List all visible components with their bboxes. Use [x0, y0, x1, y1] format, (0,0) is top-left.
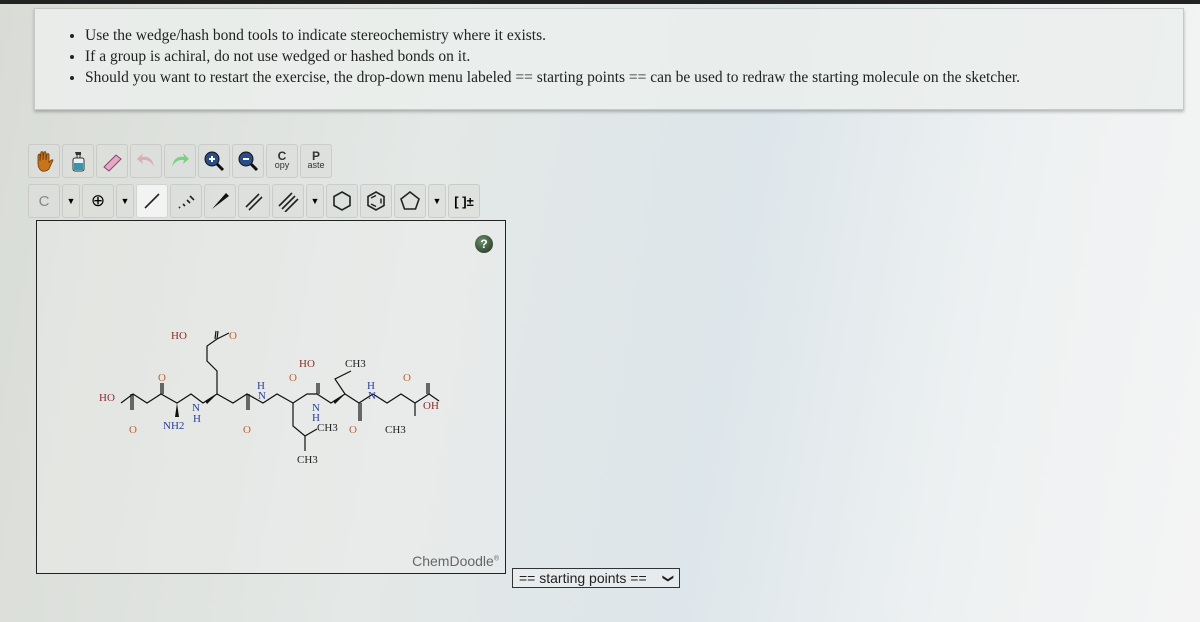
- charge-button[interactable]: ⊕: [82, 184, 114, 218]
- caret-down-icon: ▼: [310, 196, 320, 206]
- atom-label: CH3: [385, 424, 406, 436]
- atom-label: O: [349, 424, 357, 436]
- instruction-item: Should you want to restart the exercise,…: [85, 67, 1183, 88]
- atom-label: HO: [99, 392, 115, 404]
- instruction-item: If a group is achiral, do not use wedged…: [85, 46, 1183, 67]
- double-bond-icon: [245, 193, 263, 211]
- atom-label: HO: [299, 358, 315, 370]
- caret-down-icon: ▼: [120, 196, 130, 206]
- cyclopentane-icon: [400, 190, 420, 210]
- atom-label: HO: [171, 330, 187, 342]
- atom-labels: HO O HO O O NH2 N H O H N O HO CH3 N H C…: [99, 330, 439, 466]
- atom-label: O: [229, 330, 237, 342]
- spray-bottle-icon: [72, 152, 85, 172]
- atom-label: O: [289, 372, 297, 384]
- caret-down-icon: ▼: [432, 196, 442, 206]
- chemdoodle-brand: ChemDoodle®: [412, 553, 499, 569]
- atom-label: OH: [423, 400, 439, 412]
- toolbar-row-2: C ▼ ⊕ ▼ ▼ ▼ [ ]±: [28, 184, 480, 218]
- ring-dropdown-button[interactable]: ▼: [428, 184, 446, 218]
- chevron-down-icon: ❯: [661, 573, 674, 583]
- molecule-drawing: HO O HO O O NH2 N H O H N O HO CH3 N H C…: [99, 330, 440, 466]
- instruction-item: Use the wedge/hash bond tools to indicat…: [85, 25, 1183, 46]
- toolbar-row-1: Copy Paste: [28, 144, 332, 178]
- triple-bond-button[interactable]: [272, 184, 304, 218]
- redo-button[interactable]: [164, 144, 196, 178]
- wedge-bond: [175, 403, 179, 417]
- undo-icon: [137, 153, 154, 167]
- double-bond-button[interactable]: [238, 184, 270, 218]
- starting-points-dropdown[interactable]: == starting points == ❯: [512, 568, 680, 588]
- caret-down-icon: ▼: [66, 196, 76, 206]
- starting-points-value: == starting points ==: [519, 570, 647, 586]
- bracket-charge-button[interactable]: [ ]±: [448, 184, 480, 218]
- atom-label-button[interactable]: C: [28, 184, 60, 218]
- drawing-canvas[interactable]: ? HO O HO O O NH2 N H O H N O HO CH3 N H…: [36, 220, 506, 574]
- cyclohexane-icon: [333, 191, 351, 211]
- charge-plus-icon: ⊕: [90, 191, 106, 210]
- hashed-bond-icon: [178, 195, 195, 209]
- benzene-icon: [367, 191, 385, 211]
- single-bond-button[interactable]: [136, 184, 168, 218]
- charge-dropdown-button[interactable]: ▼: [116, 184, 134, 218]
- atom-label: CH3: [317, 422, 338, 434]
- undo-button[interactable]: [130, 144, 162, 178]
- triple-bond-icon: [278, 192, 299, 212]
- zoom-in-icon: [204, 151, 225, 172]
- clear-button[interactable]: [62, 144, 94, 178]
- pan-button[interactable]: [28, 144, 60, 178]
- instructions-panel: Use the wedge/hash bond tools to indicat…: [34, 8, 1184, 110]
- atom-label: CH3: [297, 454, 318, 466]
- atom-label: O: [129, 424, 137, 436]
- hand-icon: [37, 151, 54, 172]
- paste-icon: Paste: [307, 149, 325, 170]
- atom-carbon-label: C: [38, 192, 50, 210]
- eraser-icon: [103, 154, 122, 172]
- bond-dropdown-button[interactable]: ▼: [306, 184, 324, 218]
- wedge-bond-button[interactable]: [204, 184, 236, 218]
- wedge-bond-icon: [212, 193, 229, 209]
- wedge-bond: [333, 394, 345, 404]
- chemdoodle-sketcher: Copy Paste C ▼ ⊕ ▼ ▼ ▼ []± ? HO O HO O …: [28, 140, 514, 578]
- zoom-in-button[interactable]: [198, 144, 230, 178]
- cyclopentane-button[interactable]: [394, 184, 426, 218]
- benzene-button[interactable]: [360, 184, 392, 218]
- copy-icon: Copy: [274, 149, 290, 170]
- bracket-icon: [ ]±: [454, 193, 474, 209]
- atom-label: O: [403, 372, 411, 384]
- paste-button[interactable]: Paste: [300, 144, 332, 178]
- atom-label: N: [258, 390, 266, 402]
- eraser-button[interactable]: [96, 144, 128, 178]
- redo-icon: [172, 153, 189, 167]
- atom-label: O: [243, 424, 251, 436]
- top-bar: [0, 0, 1200, 4]
- hash-bond-button[interactable]: [170, 184, 202, 218]
- atom-label: O: [158, 372, 166, 384]
- single-bond-icon: [144, 193, 160, 209]
- atom-label: N: [368, 390, 376, 402]
- zoom-out-icon: [238, 151, 259, 172]
- zoom-out-button[interactable]: [232, 144, 264, 178]
- atom-label: CH3: [345, 358, 366, 370]
- atom-dropdown-button[interactable]: ▼: [62, 184, 80, 218]
- copy-button[interactable]: Copy: [266, 144, 298, 178]
- atom-label: H: [193, 413, 201, 425]
- wedge-bond: [205, 394, 217, 404]
- cyclohexane-button[interactable]: [326, 184, 358, 218]
- atom-label: NH2: [163, 420, 184, 432]
